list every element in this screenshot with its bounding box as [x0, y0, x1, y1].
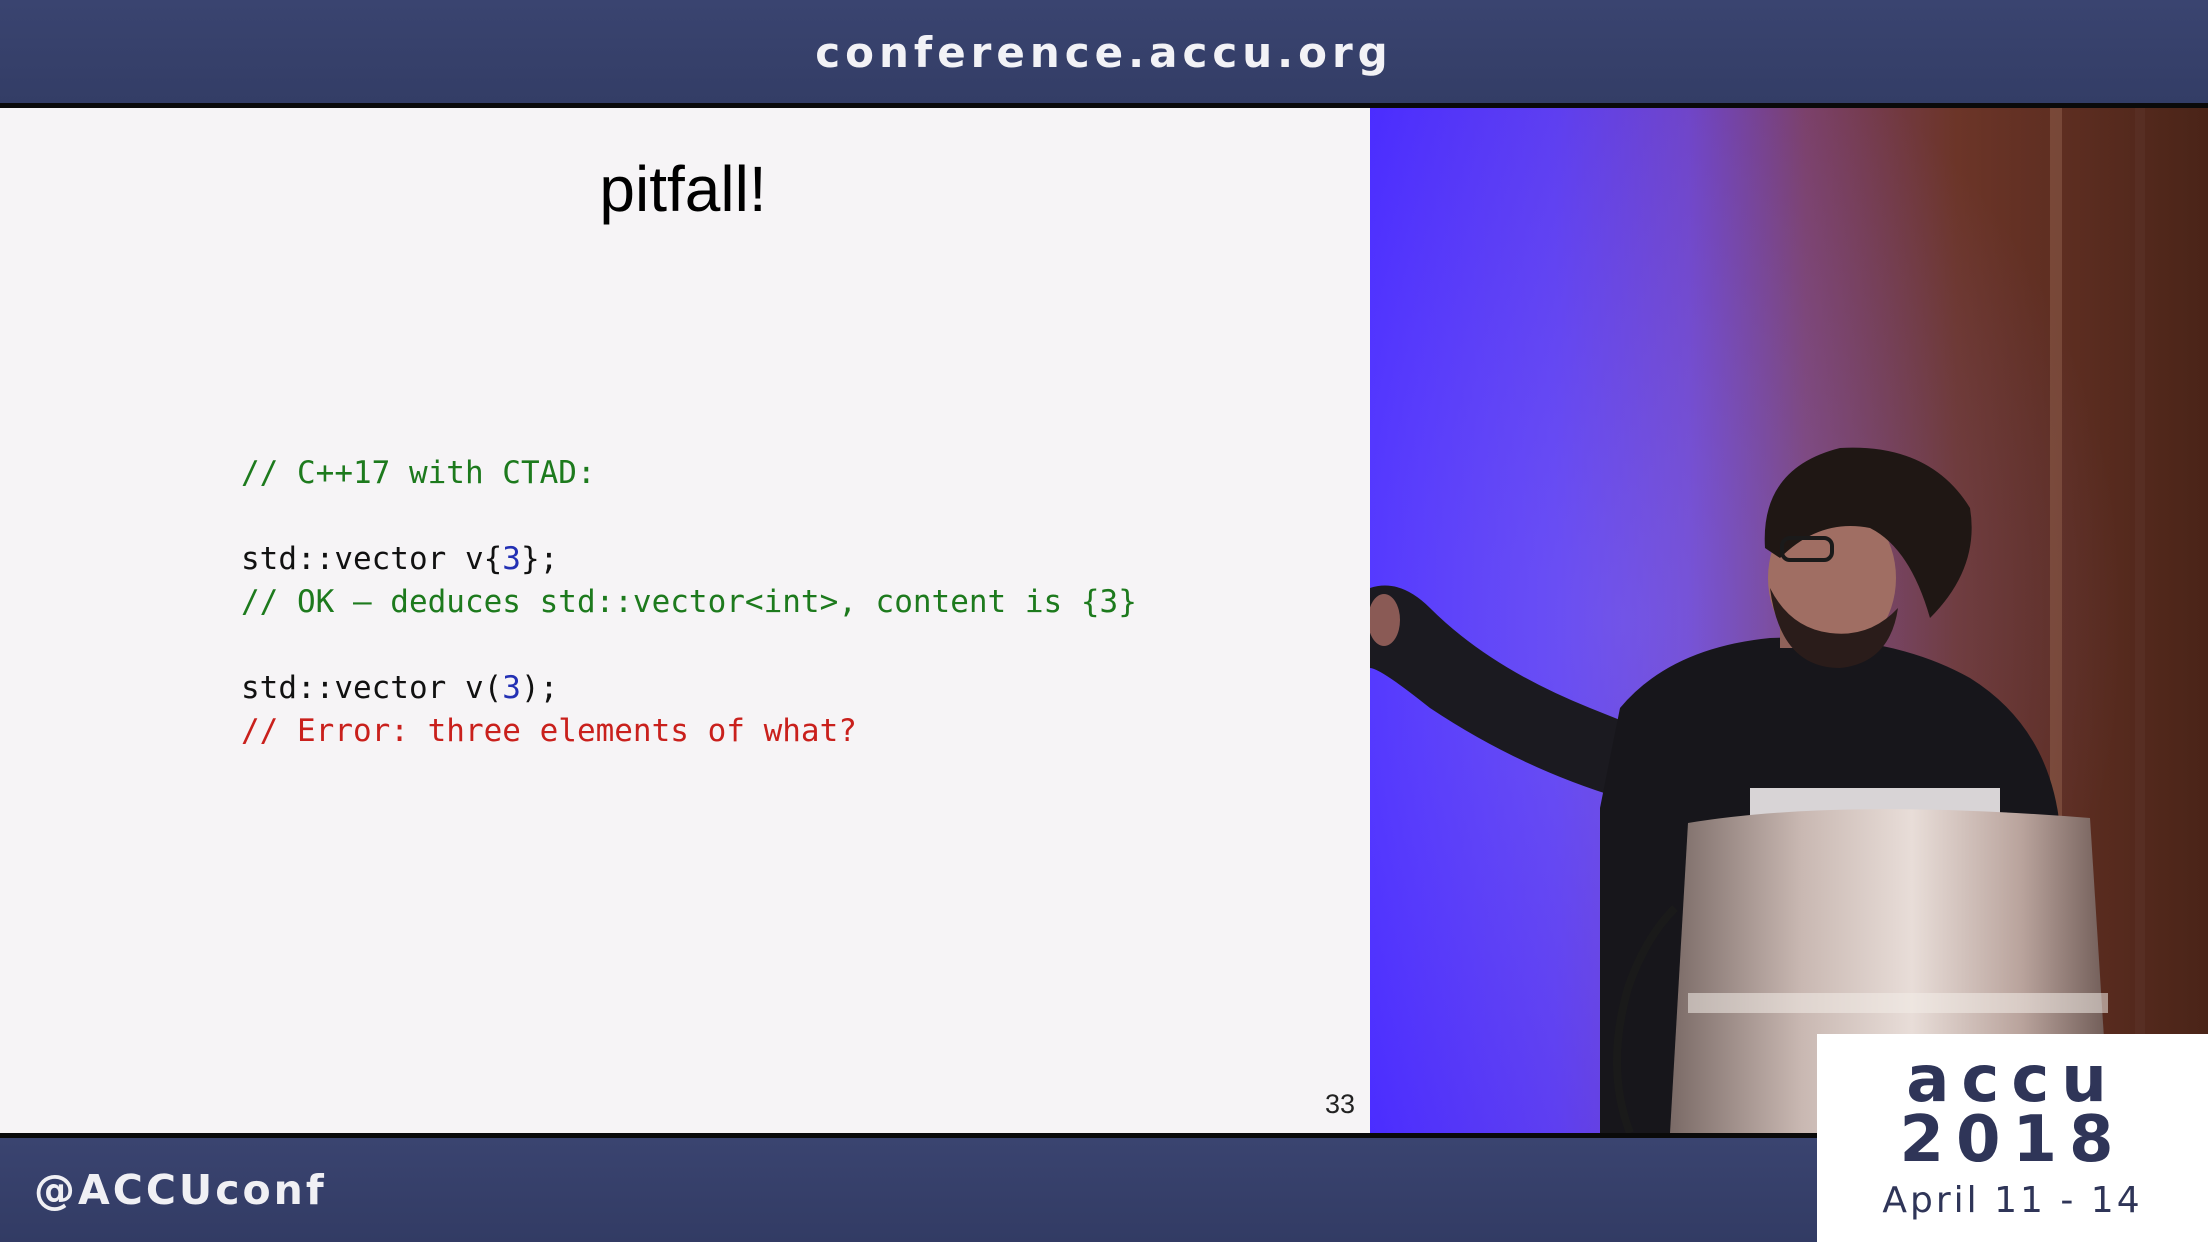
- speaker-video: [1370, 108, 2208, 1133]
- twitter-handle: @ACCUconf: [34, 1166, 327, 1214]
- header-bar: conference.accu.org: [0, 0, 2208, 103]
- pillar-edge: [2135, 108, 2145, 1133]
- code-text: std::vector v(: [241, 670, 503, 706]
- code-line: std::vector v{3};: [241, 538, 1137, 581]
- code-text: };: [520, 541, 559, 577]
- logo-line-year: 2018: [1899, 1103, 2126, 1177]
- code-comment: // OK – deduces std::vector<int>, conten…: [241, 584, 1137, 620]
- code-number: 3: [502, 670, 521, 706]
- slide-page-number: 33: [1324, 1089, 1355, 1119]
- code-comment: // C++17 with CTAD:: [241, 455, 596, 491]
- slide-title: pitfall!: [599, 153, 767, 225]
- presentation-slide: pitfall! // C++17 with CTAD:std::vector …: [0, 108, 1370, 1133]
- speaker-scene: [1370, 108, 2208, 1133]
- logo-line-dates: April 11 - 14: [1882, 1180, 2143, 1221]
- podium-highlight: [1688, 993, 2108, 1013]
- code-number: 3: [502, 541, 521, 577]
- code-spacer: [241, 624, 1137, 667]
- accu-2018-logo: accu 2018 April 11 - 14: [1817, 1034, 2208, 1242]
- conference-url: conference.accu.org: [815, 28, 1393, 77]
- code-text: );: [520, 670, 559, 706]
- code-error-comment: // Error: three elements of what?: [241, 713, 857, 749]
- code-block: // C++17 with CTAD: std::vector v{3};// O…: [241, 452, 1137, 753]
- code-spacer: [241, 495, 1137, 538]
- code-line: std::vector v(3);: [241, 667, 1137, 710]
- code-text: std::vector v{: [241, 541, 503, 577]
